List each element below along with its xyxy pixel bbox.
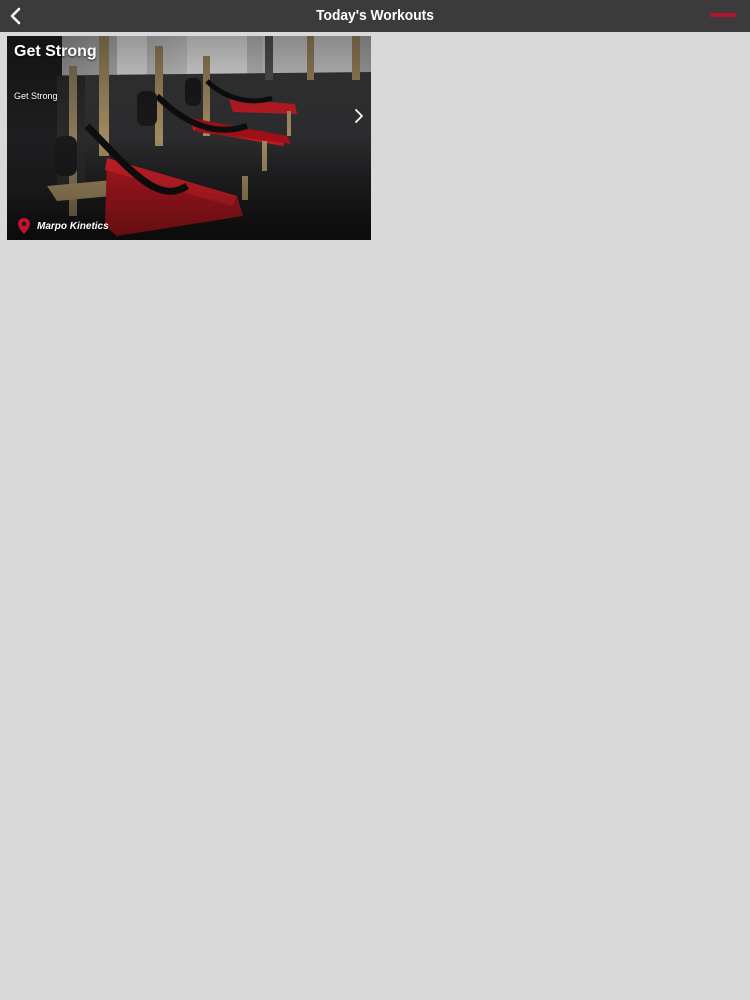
workout-title: Get Strong [14, 43, 97, 60]
back-button[interactable] [4, 4, 28, 28]
header-action-button[interactable] [710, 8, 736, 22]
workout-card[interactable]: Get Strong Get Strong Marpo Kinetics [7, 36, 371, 240]
top-bar: Today's Workouts [0, 0, 750, 32]
page-title: Today's Workouts [316, 7, 434, 24]
map-pin-icon [18, 218, 30, 234]
workout-location: Marpo Kinetics [18, 218, 109, 234]
location-name: Marpo Kinetics [37, 220, 109, 232]
chevron-left-icon [10, 7, 21, 25]
workout-subtitle: Get Strong [14, 91, 58, 101]
header-action-mark [710, 13, 736, 17]
workout-card-image [7, 36, 371, 240]
chevron-right-icon[interactable] [353, 108, 365, 124]
